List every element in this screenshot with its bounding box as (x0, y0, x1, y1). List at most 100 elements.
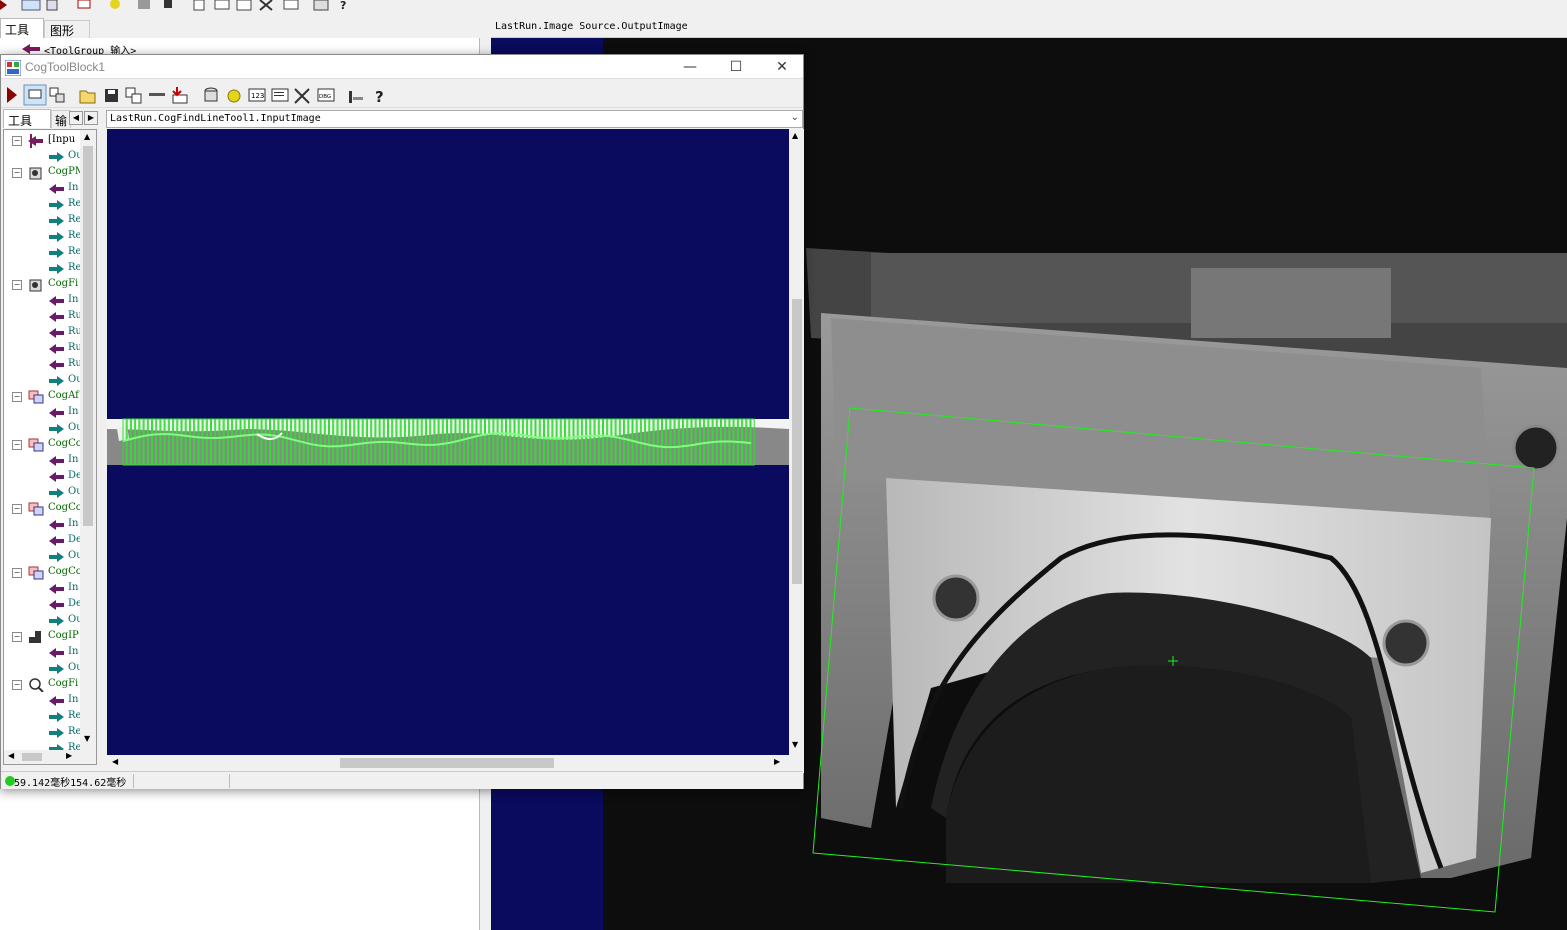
save-icon[interactable] (105, 89, 118, 102)
minimize-icon: — (683, 59, 697, 75)
terminal-icon[interactable] (271, 88, 289, 102)
image-selector[interactable]: LastRun.CogFindLineTool1.InputImage ⌄ (106, 110, 803, 128)
collapse-icon[interactable]: − (12, 136, 22, 146)
image-selector-value: LastRun.CogFindLineTool1.InputImage (110, 113, 321, 124)
chevron-up-icon[interactable]: ▲ (792, 131, 798, 140)
run-icon[interactable] (7, 87, 17, 103)
help-icon[interactable]: ? (375, 88, 384, 106)
collapse-icon[interactable]: − (12, 392, 22, 402)
collapse-icon[interactable]: − (12, 280, 22, 290)
output-arrow-icon (49, 728, 64, 738)
tree-node-label: CogAf (48, 390, 79, 401)
output-arrow-icon (49, 424, 64, 434)
tool-icon (28, 502, 44, 516)
input-arrow-icon (49, 344, 64, 354)
tree-vscrollbar[interactable]: ▲ ▼ (80, 130, 96, 750)
display-icon[interactable] (23, 84, 47, 106)
db-icon[interactable] (204, 87, 218, 102)
caliper-image (107, 129, 789, 755)
maximize-button[interactable]: ☐ (713, 55, 759, 79)
close-icon: ✕ (776, 59, 788, 75)
minimize-button[interactable]: — (667, 55, 713, 79)
outer-tab-graphics[interactable]: 图形 (44, 20, 90, 38)
image-hscrollbar[interactable]: ◀ ▶ (106, 755, 789, 771)
tab-scroll-left[interactable]: ◀ (69, 111, 83, 125)
tool-icon (29, 279, 42, 292)
tree-node-label: [Inpu (48, 134, 76, 145)
status-divider (133, 774, 134, 788)
tab-scroll-right[interactable]: ▶ (84, 111, 98, 125)
collapse-icon[interactable]: − (12, 632, 22, 642)
outer-toolbar-icons[interactable]: ? (0, 0, 360, 14)
tree-hscrollbar[interactable]: ◀ ▶ (4, 750, 96, 764)
image-vscroll-thumb[interactable] (792, 299, 802, 584)
chevron-down-icon[interactable]: ▼ (792, 740, 798, 749)
stats-icon[interactable] (349, 91, 363, 103)
tree-terminal-label: In (68, 406, 79, 417)
status-timing: 59.142毫秒154.62毫秒 (14, 778, 127, 789)
outer-viewer-header[interactable]: LastRun.Image Source.OutputImage (491, 18, 1567, 38)
maximize-icon: ☐ (729, 59, 743, 75)
output-arrow-icon (49, 664, 64, 674)
tool-icon (29, 631, 41, 643)
chevron-left-icon[interactable]: ◀ (112, 757, 118, 766)
chevron-right-icon[interactable]: ▶ (774, 757, 780, 766)
wand-icon[interactable] (227, 89, 241, 103)
tree-node-label: CogCo (48, 438, 82, 449)
outer-tab-tools[interactable]: 工具 (0, 18, 44, 38)
input-arrow-icon (49, 360, 64, 370)
tree-node-label: CogCo (48, 566, 82, 577)
output-arrow-icon (49, 152, 64, 162)
toolblock-dialog[interactable]: CogToolBlock1 — ☐ ✕ 123 DBG ? 工具 输 ◀ ▶ −… (0, 54, 804, 789)
tool-tree[interactable]: − [Inpu Ou − CogPM In Re Re Re Re Re − CogFi In Ru Ru Ru… (3, 129, 97, 765)
chevron-left-icon: ◀ (72, 113, 80, 122)
image-hscroll-thumb[interactable] (340, 758, 554, 768)
copy-icon[interactable] (125, 87, 142, 104)
tree-node-label: CogFi (48, 278, 79, 289)
chevron-right-icon: ▶ (87, 113, 95, 122)
input-arrow-icon (49, 456, 64, 466)
chevron-down-icon[interactable]: ⌄ (791, 112, 799, 123)
output-arrow-icon (49, 216, 64, 226)
chevron-up-icon[interactable]: ▲ (84, 132, 90, 141)
collapse-icon[interactable]: − (12, 504, 22, 514)
tree-vscroll-thumb[interactable] (83, 146, 93, 526)
dots-icon[interactable] (149, 93, 165, 96)
input-arrow-icon (22, 44, 40, 54)
collapse-icon[interactable]: − (12, 440, 22, 450)
outer-toolbar: ? (0, 0, 1567, 18)
output-arrow-icon (49, 376, 64, 386)
output-arrow-icon (49, 488, 64, 498)
collapse-icon[interactable]: − (12, 168, 22, 178)
link-icon[interactable] (49, 87, 65, 103)
input-arrow-icon (49, 408, 64, 418)
outer-viewer-title: LastRun.Image Source.OutputImage (495, 21, 688, 32)
find-line-image-display[interactable]: ▲ ▼ ◀ ▶ (106, 129, 804, 773)
tree-terminal-label: In (68, 182, 79, 193)
output-arrow-icon (49, 248, 64, 258)
image-vscrollbar[interactable]: ▲ ▼ (789, 129, 804, 755)
collapse-icon[interactable]: − (12, 680, 22, 690)
tree-node-label: CogFi (48, 678, 79, 689)
dialog-titlebar[interactable]: CogToolBlock1 — ☐ ✕ (1, 55, 803, 79)
panel-tab-input[interactable]: 输 (51, 110, 71, 128)
import-icon[interactable] (172, 87, 188, 104)
tree-hscroll-thumb[interactable] (22, 753, 42, 761)
dialog-toolbar: 123 DBG ? (1, 80, 803, 108)
chevron-down-icon[interactable]: ▼ (84, 734, 90, 743)
input-arrow-icon (49, 328, 64, 338)
tools-icon[interactable] (294, 88, 310, 104)
input-arrow-icon (49, 472, 64, 482)
numbers-icon[interactable]: 123 (248, 88, 266, 102)
close-button[interactable]: ✕ (759, 55, 805, 79)
status-divider (229, 774, 230, 788)
chevron-right-icon[interactable]: ▶ (66, 751, 72, 760)
panel-tab-tools[interactable]: 工具 (3, 109, 51, 128)
output-arrow-icon (49, 552, 64, 562)
tool-icon (28, 390, 44, 404)
open-icon[interactable] (79, 90, 96, 104)
dbg-icon[interactable]: DBG (317, 88, 335, 102)
chevron-left-icon[interactable]: ◀ (8, 751, 14, 760)
input-arrow-icon (49, 536, 64, 546)
collapse-icon[interactable]: − (12, 568, 22, 578)
